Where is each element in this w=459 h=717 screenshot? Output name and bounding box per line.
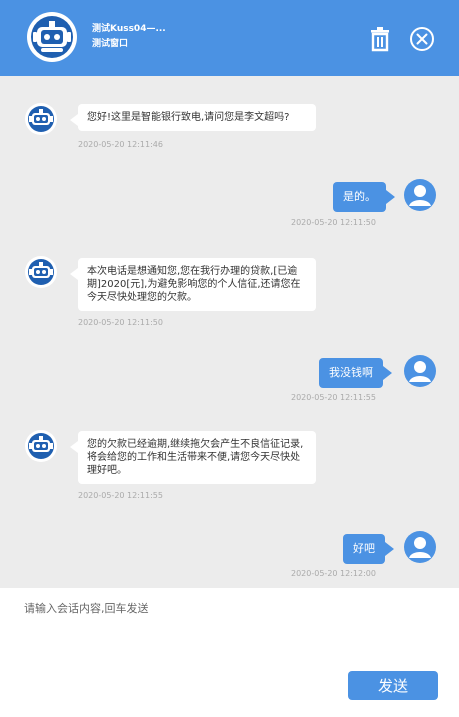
message-bubble: 您好!这里是智能银行致电,请问您是李文超吗? (70, 104, 316, 131)
message-timestamp: 2020-05-20 12:11:50 (291, 218, 376, 227)
chat-subtitle: 测试窗口 (92, 39, 129, 49)
message-timestamp: 2020-05-20 12:12:00 (291, 569, 376, 578)
chat-header: 测试Kuss04—... 测试窗口 (0, 0, 459, 76)
chat-title: 测试Kuss04—... (92, 24, 166, 34)
user-avatar-icon (404, 179, 436, 211)
robot-avatar-icon (25, 256, 57, 288)
message-bubble: 本次电话是想通知您,您在我行办理的贷款,[已逾期]2020[元],为避免影响您的… (70, 258, 316, 311)
robot-avatar-icon (25, 103, 57, 135)
close-circle-icon[interactable] (408, 25, 436, 53)
trash-icon[interactable] (366, 25, 394, 53)
chat-messages[interactable]: 您好!这里是智能银行致电,请问您是李文超吗? 2020-05-20 12:11:… (0, 76, 459, 588)
message-input[interactable] (24, 600, 434, 660)
robot-avatar-icon (27, 12, 77, 62)
send-button[interactable]: 发送 (348, 671, 438, 700)
user-avatar-icon (404, 355, 436, 387)
user-avatar-icon (404, 531, 436, 563)
message-bubble: 您的欠款已经逾期,继续拖欠会产生不良信征记录,将会给您的工作和生活带来不便,请您… (70, 431, 316, 484)
compose-area: 发送 (0, 588, 459, 717)
robot-avatar-icon (25, 430, 57, 462)
message-bubble: 好吧 (343, 534, 394, 564)
message-bubble: 是的。 (333, 182, 395, 212)
message-timestamp: 2020-05-20 12:11:46 (78, 140, 163, 149)
message-bubble: 我没钱啊 (319, 358, 392, 388)
message-timestamp: 2020-05-20 12:11:50 (78, 318, 163, 327)
message-timestamp: 2020-05-20 12:11:55 (78, 491, 163, 500)
message-timestamp: 2020-05-20 12:11:55 (291, 393, 376, 402)
